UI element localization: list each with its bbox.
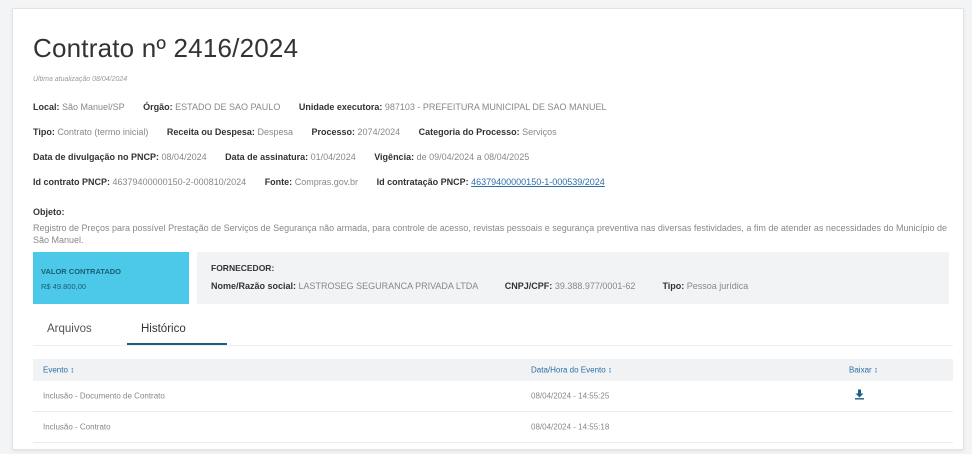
- row-data: 08/04/2024 - 14:55:18: [531, 422, 610, 432]
- header-data[interactable]: Data/Hora do Evento ↕: [531, 366, 612, 375]
- fornecedor-box: FORNECEDOR: Nome/Razão social: LASTROSEG…: [197, 252, 949, 304]
- details-row-1: Local: São Manuel/SP Órgão: ESTADO DE SA…: [33, 102, 622, 112]
- valor-amount: R$ 49.800,00: [41, 282, 87, 291]
- receita-value: Despesa: [257, 127, 293, 137]
- receita-label: Receita ou Despesa:: [166, 127, 255, 137]
- fornecedor-details: Nome/Razão social: LASTROSEG SEGURANCA P…: [211, 281, 748, 291]
- row-evento: Inclusão - Documento de Contrato: [43, 391, 165, 401]
- divulgacao-value: 08/04/2024: [161, 152, 207, 162]
- idcontratacao-label: Id contratação PNCP:: [376, 177, 469, 187]
- local-label: Local:: [33, 102, 60, 112]
- fonte-value: Compras.gov.br: [294, 177, 359, 187]
- unidade-value: 987103 - PREFEITURA MUNICIPAL DE SAO MAN…: [384, 102, 607, 112]
- fornecedor-tipo-label: Tipo:: [662, 281, 685, 291]
- details-row-4: Id contrato PNCP: 46379400000150-2-00081…: [33, 177, 621, 187]
- objeto-text: Registro de Preços para possível Prestaç…: [33, 223, 948, 245]
- valor-label: VALOR CONTRATADO: [41, 267, 121, 276]
- tab-historico[interactable]: Histórico: [141, 323, 186, 335]
- details-row-3: Data de divulgação no PNCP: 08/04/2024 D…: [33, 152, 545, 162]
- page-title: Contrato nº 2416/2024: [33, 33, 299, 63]
- historico-table: Evento ↕ Data/Hora do Evento ↕ Baixar ↕ …: [33, 359, 953, 443]
- row-data: 08/04/2024 - 14:55:25: [531, 391, 610, 401]
- table-header: Evento ↕ Data/Hora do Evento ↕ Baixar ↕: [33, 359, 953, 381]
- nome-label: Nome/Razão social:: [211, 281, 297, 291]
- orgao-value: ESTADO DE SAO PAULO: [175, 102, 281, 112]
- details-row-2: Tipo: Contrato (termo inicial) Receita o…: [33, 127, 573, 137]
- tab-bar: Arquivos Histórico: [33, 319, 953, 346]
- last-updated: Última atualização 08/04/2024: [33, 76, 128, 83]
- header-evento[interactable]: Evento ↕: [43, 366, 74, 375]
- cnpj-value: 39.388.977/0001-62: [554, 281, 636, 291]
- cnpj-label: CNPJ/CPF:: [504, 281, 553, 291]
- table-row: Inclusão - Documento de Contrato 08/04/2…: [33, 381, 953, 412]
- fornecedor-tipo-value: Pessoa jurídica: [686, 281, 749, 291]
- processo-label: Processo:: [311, 127, 356, 137]
- idcontrato-value: 46379400000150-2-000810/2024: [112, 177, 247, 187]
- objeto-label: Objeto:: [33, 207, 65, 217]
- table-row: Inclusão - Contrato 08/04/2024 - 14:55:1…: [33, 412, 953, 443]
- categoria-value: Serviços: [522, 127, 557, 137]
- tab-arquivos[interactable]: Arquivos: [47, 323, 92, 335]
- fornecedor-label: FORNECEDOR:: [211, 263, 275, 273]
- download-icon[interactable]: [855, 389, 864, 403]
- vigencia-value: de 09/04/2024 a 08/04/2025: [416, 152, 530, 162]
- valor-contratado-box: VALOR CONTRATADO R$ 49.800,00: [33, 252, 189, 304]
- contract-card: Contrato nº 2416/2024 Última atualização…: [12, 8, 964, 450]
- tipo-value: Contrato (termo inicial): [57, 127, 149, 137]
- tipo-label: Tipo:: [33, 127, 55, 137]
- vigencia-label: Vigência:: [374, 152, 415, 162]
- assinatura-label: Data de assinatura:: [225, 152, 309, 162]
- categoria-label: Categoria do Processo:: [418, 127, 520, 137]
- nome-value: LASTROSEG SEGURANCA PRIVADA LTDA: [298, 281, 478, 291]
- local-value: São Manuel/SP: [62, 102, 125, 112]
- row-evento: Inclusão - Contrato: [43, 422, 111, 432]
- idcontrato-label: Id contrato PNCP:: [33, 177, 111, 187]
- processo-value: 2074/2024: [357, 127, 401, 137]
- idcontratacao-link[interactable]: 46379400000150-1-000539/2024: [471, 177, 605, 187]
- orgao-label: Órgão:: [143, 102, 173, 112]
- divulgacao-label: Data de divulgação no PNCP:: [33, 152, 160, 162]
- unidade-label: Unidade executora:: [298, 102, 383, 112]
- header-baixar[interactable]: Baixar ↕: [849, 366, 878, 375]
- fonte-label: Fonte:: [264, 177, 293, 187]
- active-tab-indicator: [127, 343, 227, 345]
- assinatura-value: 01/04/2024: [310, 152, 356, 162]
